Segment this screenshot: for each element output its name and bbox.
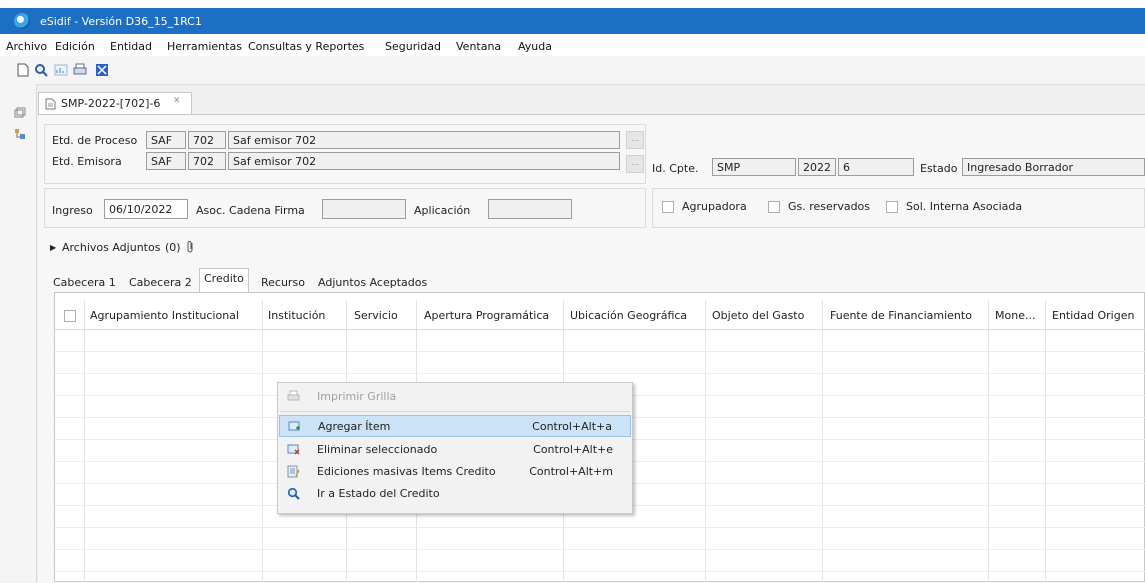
etd-proceso-lookup-button[interactable]: ... xyxy=(626,131,644,149)
col-institucion[interactable]: Institución xyxy=(268,309,325,322)
etd-proceso-label: Etd. de Proceso xyxy=(52,134,138,147)
menu-item-ir-estado-credito[interactable]: Ir a Estado del Credito xyxy=(279,483,631,505)
tab-cabecera-1[interactable]: Cabecera 1 xyxy=(48,272,121,292)
gs-reservados-checkbox[interactable] xyxy=(768,201,780,213)
printer-icon xyxy=(287,390,300,401)
estado-label: Estado xyxy=(920,162,958,175)
restore-view-icon[interactable] xyxy=(14,107,26,119)
toolbar xyxy=(0,56,1145,85)
id-cpte-anio-field[interactable]: 2022 xyxy=(798,158,836,176)
printer-icon[interactable] xyxy=(73,63,87,77)
paperclip-icon xyxy=(187,241,193,253)
col-objeto-del-gasto[interactable]: Objeto del Gasto xyxy=(712,309,804,322)
window-title: eSidif - Versión D36_15_1RC1 xyxy=(40,15,202,28)
id-cpte-label: Id. Cpte. xyxy=(652,162,699,175)
asoc-cadena-firma-field[interactable] xyxy=(322,199,406,219)
editor-tab[interactable]: SMP-2022-[702]-6 ✕ xyxy=(38,92,192,115)
context-menu: Imprimir Grilla Agregar Ítem Control+Alt… xyxy=(277,382,633,514)
menu-item-imprimir-grilla[interactable]: Imprimir Grilla xyxy=(279,386,631,408)
archivos-adjuntos-label[interactable]: Archivos Adjuntos xyxy=(62,241,160,254)
agrupadora-label: Agrupadora xyxy=(682,200,747,213)
gs-reservados-label: Gs. reservados xyxy=(788,200,871,213)
tab-credito[interactable]: Credito xyxy=(199,268,249,293)
etd-emisora-codigo-field[interactable]: 702 xyxy=(188,152,226,170)
etd-emisora-label: Etd. Emisora xyxy=(52,155,122,168)
etd-proceso-tipo-field[interactable]: SAF xyxy=(146,131,186,149)
bulk-edit-icon xyxy=(287,465,300,478)
col-apertura-programatica[interactable]: Apertura Programática xyxy=(424,309,549,322)
col-servicio[interactable]: Servicio xyxy=(354,309,398,322)
app-logo-icon xyxy=(14,13,30,29)
ingreso-label: Ingreso xyxy=(52,204,93,217)
select-all-checkbox[interactable] xyxy=(64,310,76,322)
aplicacion-field[interactable] xyxy=(488,199,572,219)
asoc-cadena-firma-label: Asoc. Cadena Firma xyxy=(196,204,305,217)
etd-emisora-nombre-field[interactable]: Saf emisor 702 xyxy=(228,152,620,170)
menu-ayuda[interactable]: Ayuda xyxy=(518,40,552,53)
tab-adjuntos-aceptados[interactable]: Adjuntos Aceptados xyxy=(313,272,432,292)
ingreso-date-field[interactable]: 06/10/2022 xyxy=(104,199,188,219)
archivos-adjuntos-count: (0) xyxy=(165,241,181,254)
sol-interna-label: Sol. Interna Asociada xyxy=(906,200,1023,213)
editor-tab-label: SMP-2022-[702]-6 xyxy=(61,97,161,110)
col-agrupamiento-institucional[interactable]: Agrupamiento Institucional xyxy=(90,309,239,322)
col-entidad-origen[interactable]: Entidad Origen xyxy=(1052,309,1134,322)
magnifier-icon xyxy=(287,487,300,500)
menu-item-eliminar-seleccionado[interactable]: Eliminar seleccionado Control+Alt+e xyxy=(279,439,631,461)
menu-consultas-reportes[interactable]: Consultas y Reportes xyxy=(248,40,364,53)
menu-item-ediciones-masivas[interactable]: Ediciones masivas Items Credito Control+… xyxy=(279,461,631,483)
chart-icon[interactable] xyxy=(54,63,68,77)
etd-emisora-lookup-button[interactable]: ... xyxy=(626,155,644,173)
menu-seguridad[interactable]: Seguridad xyxy=(385,40,441,53)
menu-ventana[interactable]: Ventana xyxy=(456,40,501,53)
id-cpte-nro-field[interactable]: 6 xyxy=(838,158,914,176)
expand-arrow-icon[interactable]: ▶ xyxy=(50,243,56,252)
menu-entidad[interactable]: Entidad xyxy=(110,40,152,53)
menu-item-agregar-item[interactable]: Agregar Ítem Control+Alt+a xyxy=(279,415,631,437)
col-moneda[interactable]: Mone... xyxy=(995,309,1035,322)
tab-cabecera-2[interactable]: Cabecera 2 xyxy=(124,272,197,292)
menu-separator xyxy=(280,411,630,412)
search-icon[interactable] xyxy=(34,63,48,77)
menu-edicion[interactable]: Edición xyxy=(55,40,95,53)
col-ubicacion-geografica[interactable]: Ubicación Geográfica xyxy=(570,309,687,322)
sol-interna-checkbox[interactable] xyxy=(886,201,898,213)
etd-proceso-nombre-field[interactable]: Saf emisor 702 xyxy=(228,131,620,149)
etd-proceso-codigo-field[interactable]: 702 xyxy=(188,131,226,149)
export-excel-icon[interactable] xyxy=(95,63,109,77)
delete-row-icon xyxy=(287,444,300,455)
col-fuente-financiamiento[interactable]: Fuente de Financiamiento xyxy=(830,309,972,322)
id-cpte-tipo-field[interactable]: SMP xyxy=(712,158,796,176)
document-icon xyxy=(45,98,56,110)
aplicacion-label: Aplicación xyxy=(414,204,471,217)
tab-recurso[interactable]: Recurso xyxy=(256,272,310,292)
menu-herramientas[interactable]: Herramientas xyxy=(167,40,242,53)
menu-archivo[interactable]: Archivo xyxy=(6,40,47,53)
add-row-icon xyxy=(288,421,300,431)
etd-emisora-tipo-field[interactable]: SAF xyxy=(146,152,186,170)
estado-field[interactable]: Ingresado Borrador xyxy=(962,158,1145,176)
agrupadora-checkbox[interactable] xyxy=(662,201,674,213)
close-tab-icon[interactable]: ✕ xyxy=(173,96,181,106)
new-document-icon[interactable] xyxy=(16,63,30,77)
tree-view-icon[interactable] xyxy=(14,128,26,140)
side-toolbar xyxy=(0,84,37,582)
